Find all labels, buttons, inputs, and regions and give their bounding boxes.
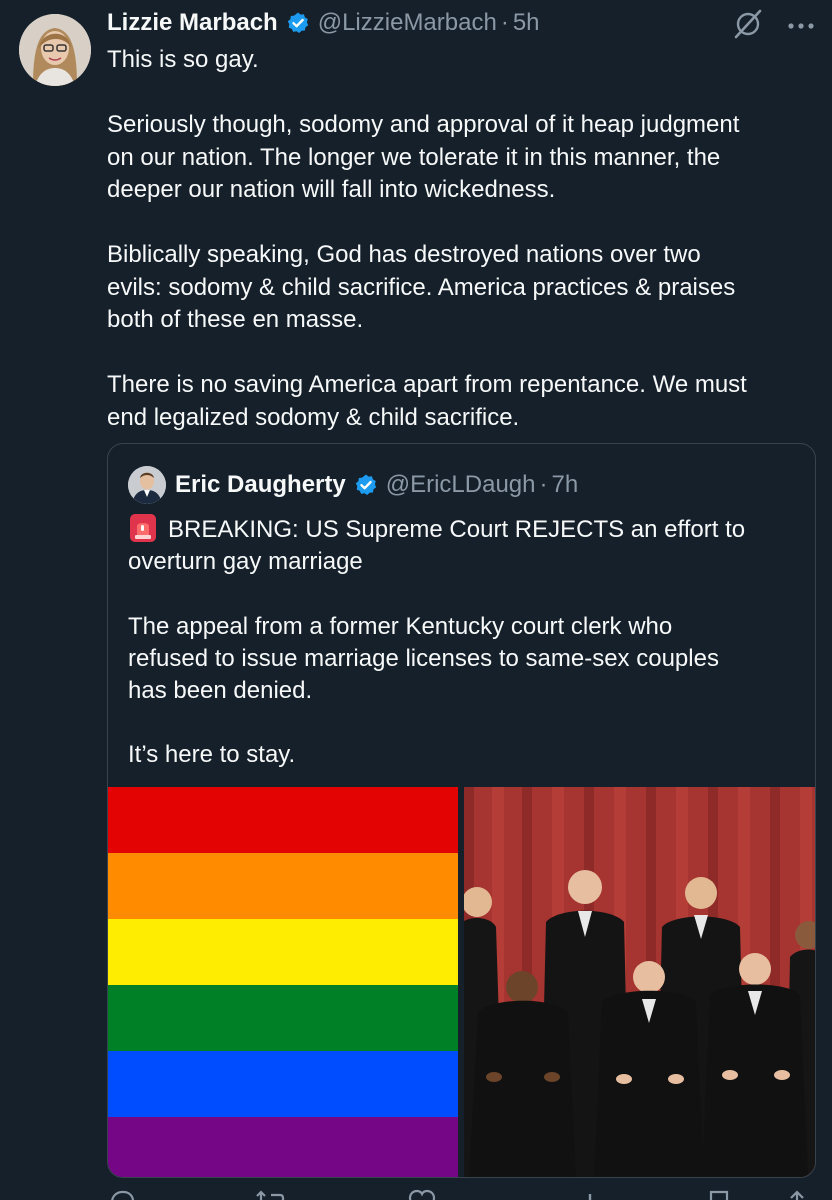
quoted-author-avatar[interactable] bbox=[128, 466, 166, 504]
supreme-court-photo[interactable] bbox=[464, 787, 815, 1177]
repost-icon[interactable] bbox=[255, 1188, 289, 1200]
like-icon[interactable] bbox=[407, 1188, 437, 1200]
tweet-line: Biblically speaking, God has destroyed n… bbox=[107, 241, 701, 268]
reply-icon[interactable] bbox=[107, 1188, 137, 1200]
more-icon[interactable] bbox=[786, 18, 816, 36]
share-icon[interactable] bbox=[783, 1188, 811, 1200]
quoted-author-handle[interactable]: @EricLDaugh bbox=[386, 471, 536, 499]
verified-badge-icon bbox=[354, 473, 378, 497]
quoted-tweet[interactable]: Eric Daugherty @EricLDaugh · 7h BREAKING… bbox=[107, 443, 816, 1178]
flag-stripe-orange bbox=[108, 853, 458, 919]
views-icon[interactable] bbox=[577, 1188, 607, 1200]
quoted-author-name[interactable]: Eric Daugherty bbox=[175, 471, 346, 499]
rotating-light-icon bbox=[128, 513, 158, 543]
quoted-line: refused to issue marriage licenses to sa… bbox=[128, 644, 719, 672]
flag-stripe-yellow bbox=[108, 919, 458, 985]
quoted-line-text: BREAKING: US Supreme Court REJECTS an ef… bbox=[168, 516, 746, 543]
avatar-photo bbox=[19, 14, 91, 86]
flag-stripe-green bbox=[108, 985, 458, 1051]
tweet-line: end legalized sodomy & child sacrifice. bbox=[107, 403, 520, 431]
flag-stripe-red bbox=[108, 787, 458, 853]
tweet-line: Seriously though, sodomy and approval of… bbox=[107, 111, 740, 138]
bookmark-icon[interactable] bbox=[705, 1188, 733, 1200]
tweet-line: both of these en masse. bbox=[107, 306, 364, 333]
quoted-avatar-photo bbox=[128, 466, 166, 504]
tweet-line: This is so gay. bbox=[107, 46, 259, 73]
tweet-text: This is so gay. Seriously though, sodomy… bbox=[107, 44, 819, 434]
rainbow-flag-image[interactable] bbox=[108, 787, 458, 1177]
tweet-top-actions bbox=[732, 8, 816, 45]
quoted-tweet-text: BREAKING: US Supreme Court REJECTS an ef… bbox=[128, 513, 804, 772]
tweet-line: deeper our nation will fall into wickedn… bbox=[107, 176, 556, 203]
tweet-header: Lizzie Marbach @LizzieMarbach · 5h bbox=[107, 6, 540, 40]
quoted-line: The appeal from a former Kentucky court … bbox=[128, 612, 673, 640]
author-handle[interactable]: @LizzieMarbach bbox=[318, 9, 497, 37]
separator-dot: · bbox=[539, 471, 548, 498]
tweet-time[interactable]: 5h bbox=[513, 9, 540, 37]
tweet-actions bbox=[107, 1188, 807, 1200]
quoted-line: overturn gay marriage bbox=[128, 548, 363, 576]
quoted-tweet-header: Eric Daugherty @EricLDaugh · 7h bbox=[175, 468, 578, 502]
tweet-line: on our nation. The longer we tolerate it… bbox=[107, 143, 721, 171]
author-name[interactable]: Lizzie Marbach bbox=[107, 9, 278, 37]
tweet-line: There is no saving America apart from re… bbox=[107, 371, 747, 398]
author-avatar[interactable] bbox=[19, 14, 91, 86]
flag-stripe-purple bbox=[108, 1117, 458, 1177]
quoted-tweet-time[interactable]: 7h bbox=[551, 471, 578, 499]
quoted-line: It’s here to stay. bbox=[128, 741, 296, 769]
flag-stripe-blue bbox=[108, 1051, 458, 1117]
separator-dot: · bbox=[500, 9, 509, 36]
grok-icon[interactable] bbox=[732, 8, 764, 45]
verified-badge-icon bbox=[286, 11, 310, 35]
quoted-line: BREAKING: US Supreme Court REJECTS an ef… bbox=[128, 513, 804, 546]
tweet-line: evils: sodomy & child sacrifice. America… bbox=[107, 273, 736, 301]
quoted-line: has been denied. bbox=[128, 677, 313, 704]
